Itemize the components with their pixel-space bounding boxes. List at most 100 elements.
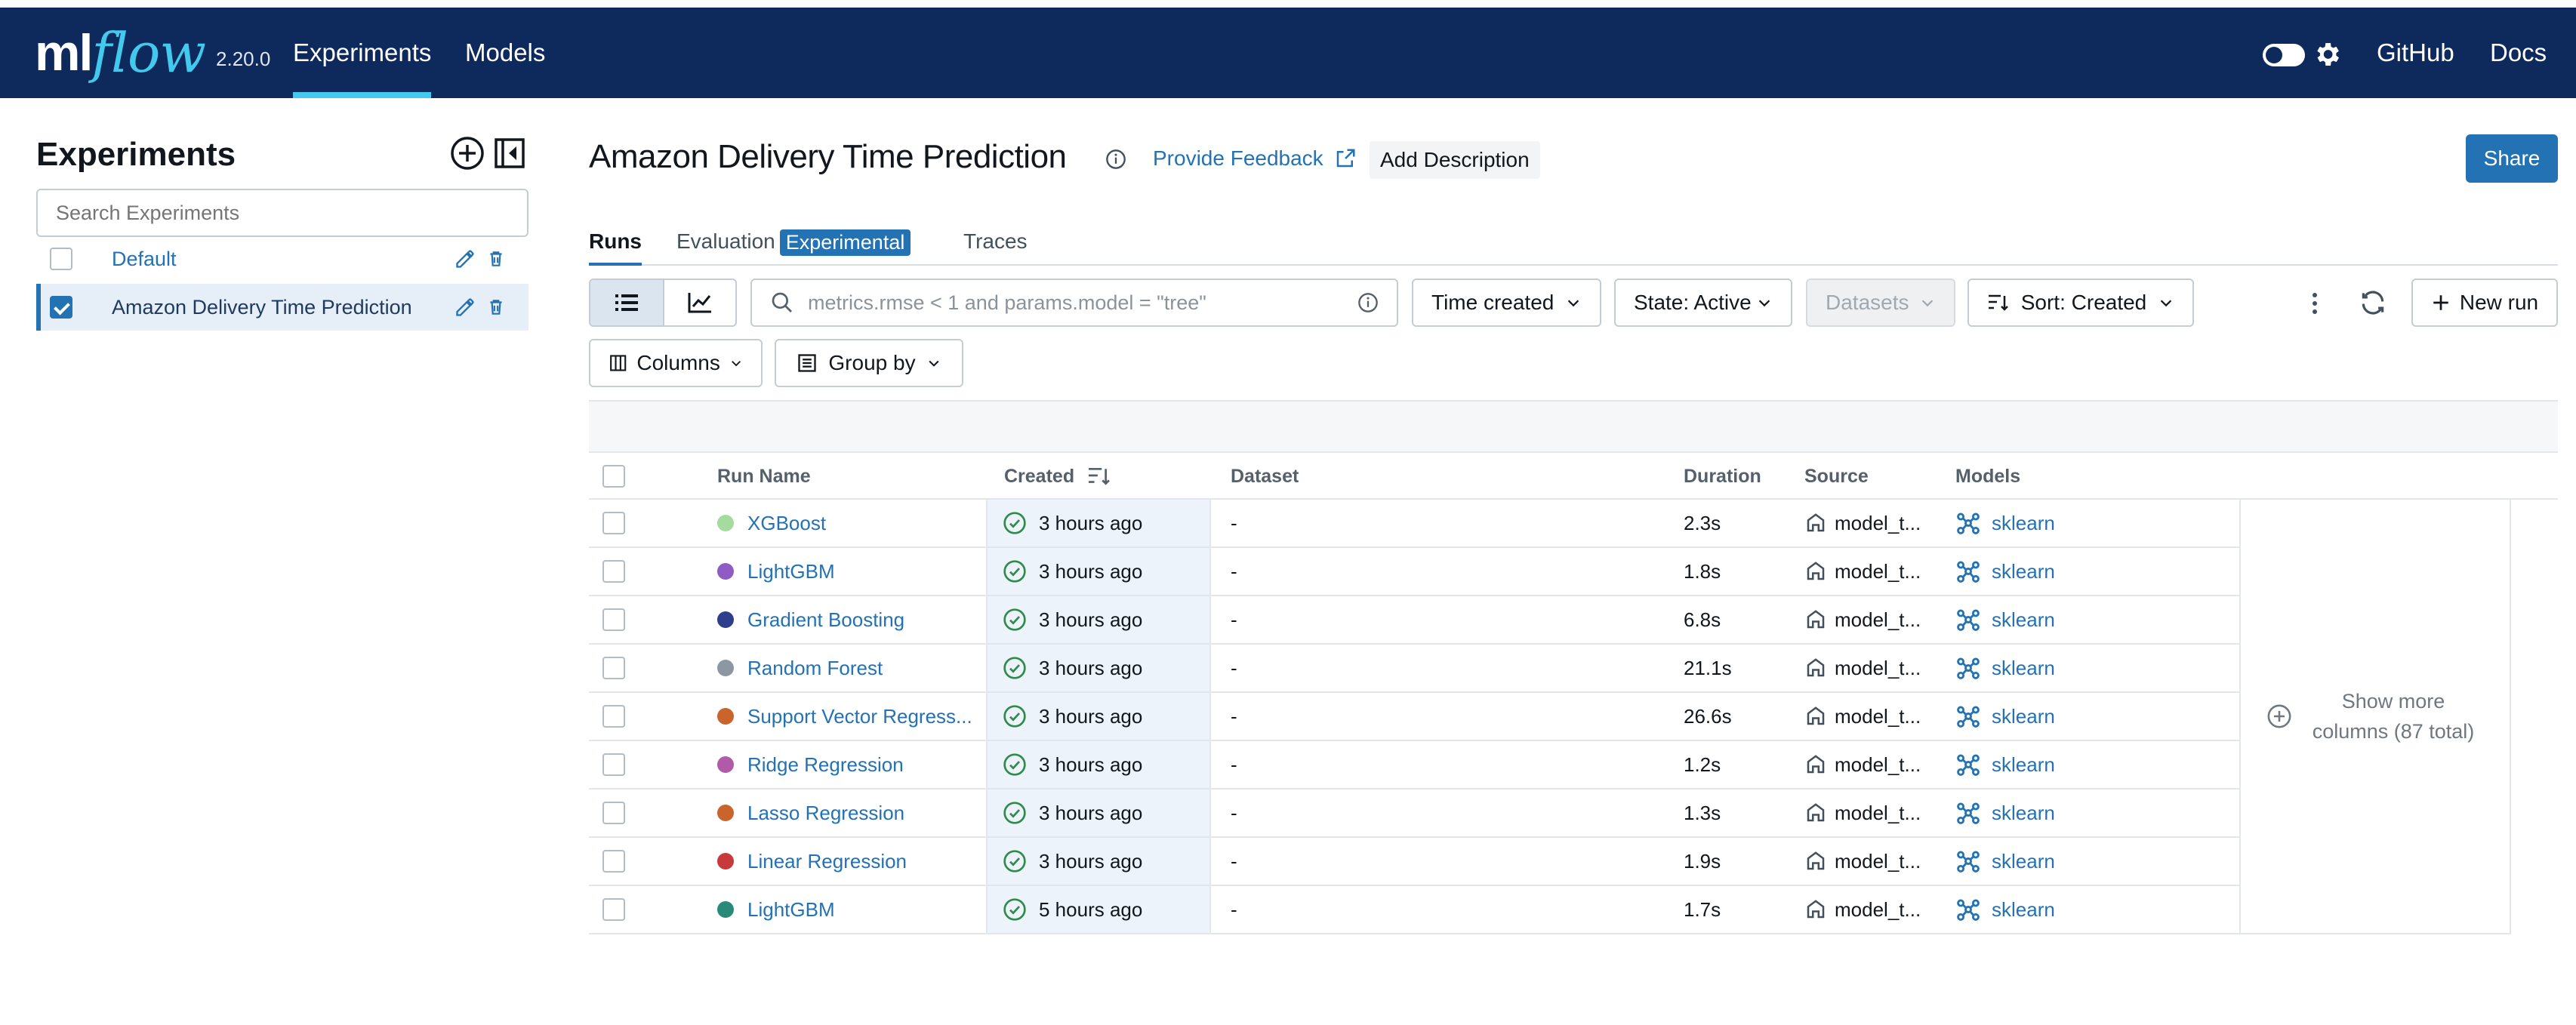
state-dropdown[interactable]: State: Active: [1614, 279, 1792, 327]
run-name-link[interactable]: Ridge Regression: [747, 753, 904, 777]
col-dataset[interactable]: Dataset: [1231, 453, 1299, 500]
tab-evaluation[interactable]: Evaluation Experimental: [676, 226, 911, 266]
table-row[interactable]: Gradient Boosting 3 hours ago - 6.8s mod…: [589, 596, 2239, 645]
tab-traces[interactable]: Traces: [963, 226, 1028, 266]
row-checkbox[interactable]: [602, 850, 625, 873]
nav-experiments[interactable]: Experiments: [293, 8, 432, 98]
source-text[interactable]: model_t...: [1835, 560, 1921, 583]
sort-descending-icon[interactable]: [1086, 466, 1112, 487]
model-link[interactable]: sklearn: [1992, 850, 2055, 873]
table-view-button[interactable]: [590, 280, 663, 325]
source-text[interactable]: model_t...: [1835, 512, 1921, 535]
edit-icon[interactable]: [454, 248, 476, 269]
docs-link[interactable]: Docs: [2490, 8, 2547, 98]
tab-runs[interactable]: Runs: [589, 226, 642, 266]
time-created-dropdown[interactable]: Time created: [1412, 279, 1601, 327]
run-name-link[interactable]: LightGBM: [747, 898, 835, 922]
chart-view-button[interactable]: [662, 280, 735, 325]
run-name-link[interactable]: LightGBM: [747, 560, 835, 583]
run-color-dot[interactable]: [717, 660, 734, 676]
model-link[interactable]: sklearn: [1992, 512, 2055, 535]
runs-search-input[interactable]: metrics.rmse < 1 and params.model = "tre…: [750, 279, 1398, 327]
row-checkbox[interactable]: [602, 898, 625, 921]
run-color-dot[interactable]: [717, 853, 734, 870]
info-icon[interactable]: [1105, 149, 1126, 170]
run-color-dot[interactable]: [717, 901, 734, 918]
row-checkbox[interactable]: [602, 753, 625, 776]
source-text[interactable]: model_t...: [1835, 608, 1921, 632]
run-color-dot[interactable]: [717, 708, 734, 725]
github-link[interactable]: GitHub: [2377, 8, 2454, 98]
col-run-name[interactable]: Run Name: [717, 453, 811, 500]
run-color-dot[interactable]: [717, 563, 734, 580]
col-source[interactable]: Source: [1804, 453, 1869, 500]
model-link[interactable]: sklearn: [1992, 802, 2055, 825]
run-name-link[interactable]: Gradient Boosting: [747, 608, 904, 632]
col-created[interactable]: Created: [1004, 453, 1112, 500]
sidebar-item-amazon-delivery[interactable]: Amazon Delivery Time Prediction: [36, 284, 528, 331]
source-text[interactable]: model_t...: [1835, 850, 1921, 873]
share-button[interactable]: Share: [2466, 134, 2558, 183]
info-icon[interactable]: [1357, 292, 1379, 313]
source-text[interactable]: model_t...: [1835, 753, 1921, 777]
theme-toggle[interactable]: [2263, 44, 2305, 66]
feedback-label[interactable]: Provide Feedback: [1153, 146, 1323, 171]
table-row[interactable]: Linear Regression 3 hours ago - 1.9s mod…: [589, 838, 2239, 886]
row-checkbox[interactable]: [602, 560, 625, 583]
edit-icon[interactable]: [454, 297, 476, 318]
table-row[interactable]: XGBoost 3 hours ago - 2.3s model_t... sk…: [589, 500, 2239, 548]
add-description-button[interactable]: Add Description: [1370, 141, 1540, 179]
delete-icon[interactable]: [486, 297, 506, 318]
search-experiments-input[interactable]: [36, 189, 528, 237]
columns-button[interactable]: Columns: [589, 339, 763, 387]
new-run-button[interactable]: New run: [2411, 279, 2558, 327]
row-checkbox[interactable]: [602, 657, 625, 679]
checkbox-checked[interactable]: [50, 296, 72, 319]
run-name-link[interactable]: Lasso Regression: [747, 802, 904, 825]
run-color-dot[interactable]: [717, 515, 734, 531]
group-by-button[interactable]: Group by: [775, 339, 963, 387]
row-checkbox[interactable]: [602, 705, 625, 728]
checkbox[interactable]: [50, 248, 72, 270]
model-link[interactable]: sklearn: [1992, 753, 2055, 777]
sidebar-item-label[interactable]: Amazon Delivery Time Prediction: [112, 296, 454, 319]
sort-dropdown[interactable]: Sort: Created: [1967, 279, 2194, 327]
source-text[interactable]: model_t...: [1835, 898, 1921, 922]
add-experiment-icon[interactable]: [450, 136, 485, 171]
model-link[interactable]: sklearn: [1992, 560, 2055, 583]
gear-icon[interactable]: [2312, 39, 2342, 69]
model-link[interactable]: sklearn: [1992, 657, 2055, 680]
collapse-sidebar-icon[interactable]: [494, 137, 525, 169]
col-duration[interactable]: Duration: [1684, 453, 1761, 500]
col-models[interactable]: Models: [1955, 453, 2020, 500]
run-color-dot[interactable]: [717, 756, 734, 773]
source-text[interactable]: model_t...: [1835, 657, 1921, 680]
model-link[interactable]: sklearn: [1992, 608, 2055, 632]
run-name-link[interactable]: XGBoost: [747, 512, 826, 535]
select-all-checkbox[interactable]: [602, 465, 625, 488]
run-name-link[interactable]: Support Vector Regress...: [747, 705, 972, 728]
table-row[interactable]: Lasso Regression 3 hours ago - 1.3s mode…: [589, 790, 2239, 838]
run-name-link[interactable]: Random Forest: [747, 657, 883, 680]
table-row[interactable]: Ridge Regression 3 hours ago - 1.2s mode…: [589, 741, 2239, 790]
run-name-link[interactable]: Linear Regression: [747, 850, 907, 873]
delete-icon[interactable]: [486, 248, 506, 269]
table-row[interactable]: Support Vector Regress... 3 hours ago - …: [589, 693, 2239, 741]
sidebar-item-label[interactable]: Default: [112, 248, 454, 271]
refresh-icon[interactable]: [2359, 288, 2387, 317]
run-color-dot[interactable]: [717, 611, 734, 628]
row-checkbox[interactable]: [602, 608, 625, 631]
sidebar-item-default[interactable]: Default: [36, 235, 528, 282]
source-text[interactable]: model_t...: [1835, 705, 1921, 728]
model-link[interactable]: sklearn: [1992, 898, 2055, 922]
row-checkbox[interactable]: [602, 512, 625, 534]
provide-feedback-link[interactable]: Provide Feedback: [1153, 146, 1357, 171]
table-row[interactable]: LightGBM 3 hours ago - 1.8s model_t... s…: [589, 548, 2239, 596]
nav-models[interactable]: Models: [465, 8, 545, 98]
source-text[interactable]: model_t...: [1835, 802, 1921, 825]
row-checkbox[interactable]: [602, 802, 625, 824]
table-row[interactable]: Random Forest 3 hours ago - 21.1s model_…: [589, 645, 2239, 693]
mlflow-logo[interactable]: ml flow 2.20.0: [35, 15, 270, 83]
more-options-icon[interactable]: [2306, 285, 2324, 322]
show-more-columns-button[interactable]: Show more columns (87 total): [2239, 500, 2511, 934]
